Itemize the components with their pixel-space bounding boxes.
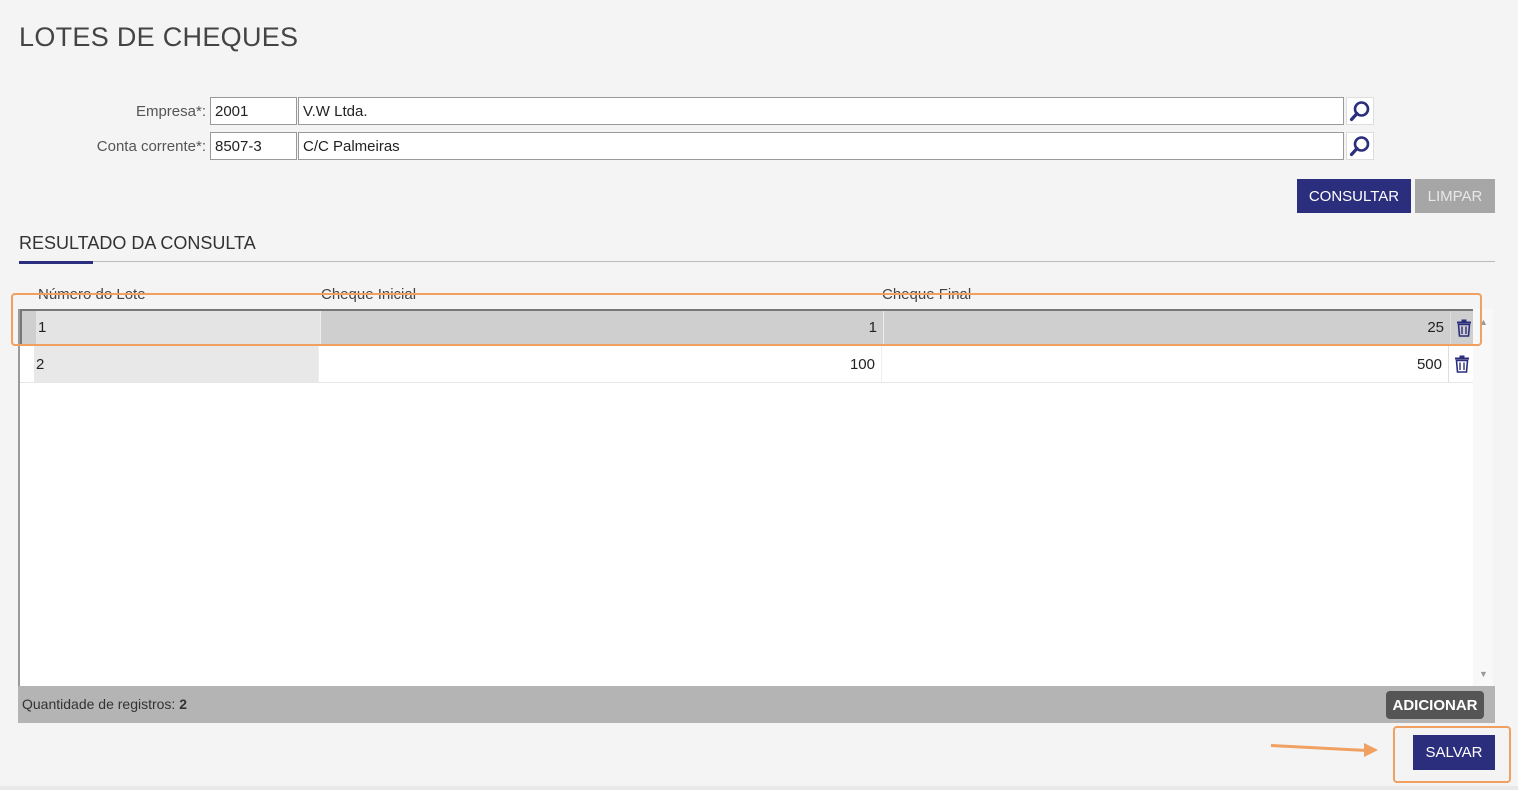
record-count-value: 2 (179, 696, 188, 712)
page-title: LOTES DE CHEQUES (19, 22, 299, 52)
scroll-down-arrow[interactable]: ▼ (1479, 669, 1488, 679)
conta-row: Conta corrente*: (0, 132, 1400, 160)
empresa-code-input[interactable] (210, 97, 297, 125)
cell-cheque-inicial[interactable]: 100 (318, 346, 882, 382)
conta-label: Conta corrente*: (96, 138, 206, 155)
cell-lote[interactable]: 2 (34, 346, 318, 382)
conta-code-input[interactable] (210, 132, 297, 160)
empresa-label: Empresa*: (135, 103, 206, 120)
adicionar-button[interactable]: ADICIONAR (1386, 691, 1484, 719)
section-underline (19, 261, 93, 264)
annotation-arrow (1270, 744, 1367, 753)
magnifier-icon (1349, 136, 1370, 157)
table-row[interactable]: 2 100 500 (20, 346, 1475, 383)
trash-icon (1454, 355, 1469, 373)
record-count: Quantidade de registros: 2 (22, 696, 188, 712)
grid-scrollbar[interactable]: ▲ ▼ (1473, 309, 1493, 686)
delete-row-button[interactable] (1448, 346, 1474, 382)
grid-footer: Quantidade de registros: 2 (18, 686, 1495, 723)
bottom-edge (0, 786, 1518, 790)
cell-cheque-final[interactable]: 500 (882, 346, 1448, 382)
empresa-name-input[interactable] (298, 97, 1344, 125)
consultar-button[interactable]: CONSULTAR (1297, 179, 1411, 213)
magnifier-icon (1349, 101, 1370, 122)
section-title: RESULTADO DA CONSULTA (19, 233, 256, 253)
limpar-button[interactable]: LIMPAR (1415, 179, 1495, 213)
conta-name-input[interactable] (298, 132, 1344, 160)
empresa-search-button[interactable] (1346, 97, 1374, 125)
conta-search-button[interactable] (1346, 132, 1374, 160)
results-grid: 1 1 25 2 100 500 ▲ ▼ (18, 309, 1493, 686)
highlight-selected-row (11, 293, 1482, 346)
annotation-arrow-head (1364, 743, 1378, 757)
highlight-salvar (1393, 726, 1511, 783)
empresa-row: Empresa*: (0, 97, 1400, 125)
section-divider (19, 261, 1495, 262)
